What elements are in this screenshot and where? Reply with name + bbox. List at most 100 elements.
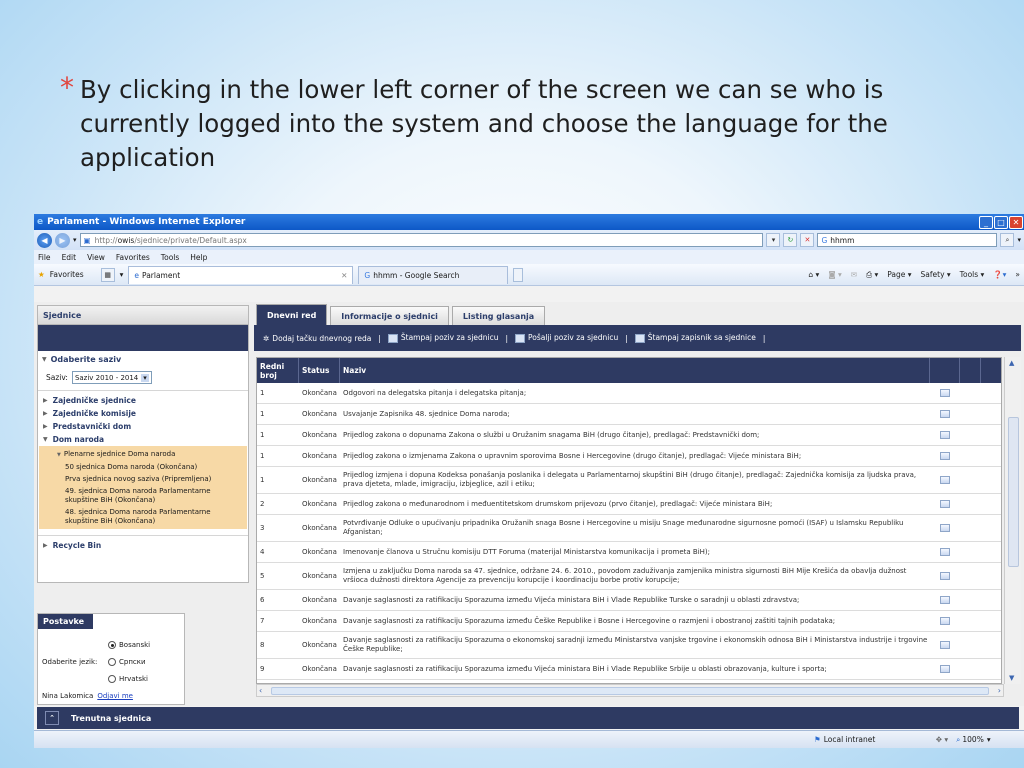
more-chevron-icon[interactable]: » [1015, 270, 1020, 280]
session-item[interactable]: 49. sjednica Doma naroda Parlamentarne s… [39, 485, 247, 506]
table-row[interactable]: 4 Okončana Imenovanje članova u Stručnu ko… [257, 542, 1001, 563]
details-icon[interactable] [940, 389, 950, 397]
menu-help[interactable]: Help [190, 253, 207, 262]
plenarne-sjednice-header[interactable]: ▼ Plenarne sjednice Doma naroda [39, 448, 247, 461]
new-tab-button[interactable] [513, 267, 524, 282]
send-invite-button[interactable]: Pošalji poziv za sjednicu [515, 333, 618, 343]
language-option-hrvatski[interactable]: Hrvatski [108, 675, 148, 683]
zoom-dropdown[interactable]: ▾ [987, 735, 991, 744]
col-naziv[interactable]: Naziv [340, 358, 930, 383]
print-invite-button[interactable]: Štampaj poziv za sjednicu [387, 333, 499, 343]
tab-listing-glasanja[interactable]: Listing glasanja [451, 306, 546, 325]
refresh-icon[interactable]: ↻ [783, 233, 798, 247]
tools-menu[interactable]: Tools ▾ [960, 270, 985, 280]
details-icon[interactable] [940, 476, 950, 484]
table-row[interactable]: 1 Okončana Prijedlog izmjena i dopuna Kode… [257, 467, 1001, 494]
current-session-bar[interactable]: ⌃ Trenutna sjednica [37, 707, 1019, 729]
table-row[interactable]: 1 Okončana Prijedlog zakona o izmjenama Za… [257, 446, 1001, 467]
feeds-icon[interactable]: ◙ ▾ [828, 270, 841, 280]
table-row[interactable]: 5 Okončana Izmjena u zaključku Doma naroda… [257, 563, 1001, 590]
session-item[interactable]: Prva sjednica novog saziva (Pripremljena… [39, 473, 247, 485]
tree-item-recycle-bin[interactable]: ▶ Recycle Bin [38, 539, 248, 552]
tab-parlament[interactable]: e Parlament ✕ [128, 265, 354, 284]
close-button[interactable]: ✕ [1009, 215, 1023, 229]
print-minutes-button[interactable]: Štampaj zapisnik sa sjednice [634, 333, 756, 343]
table-row[interactable]: 6 Okončana Davanje saglasnosti za ratifika… [257, 590, 1001, 611]
expand-up-icon[interactable]: ⌃ [45, 711, 59, 725]
tree-item-dom-naroda[interactable]: ▼ Dom naroda [38, 433, 248, 446]
recent-pages-dropdown[interactable]: ▾ [73, 236, 77, 244]
table-row[interactable]: 3 Okončana Potvrđivanje Odluke o upućivanj… [257, 515, 1001, 542]
favorites-button[interactable]: Favorites [50, 270, 84, 279]
mail-icon[interactable]: ✉ [851, 270, 857, 280]
session-item[interactable]: 50 sjednica Doma naroda (Okončana) [39, 461, 247, 473]
menu-file[interactable]: File [38, 253, 51, 262]
zoom-icon[interactable]: ⌕ [956, 735, 960, 745]
search-options-dropdown[interactable]: ▾ [1017, 236, 1021, 244]
table-row[interactable]: 9 Okončana Davanje saglasnosti za ratifika… [257, 659, 1001, 680]
details-icon[interactable] [940, 596, 950, 604]
saziv-section-header[interactable]: ▼ Odaberite saziv [38, 351, 248, 368]
logout-link[interactable]: Odjavi me [97, 692, 133, 700]
search-button[interactable]: ⌕ [1000, 233, 1015, 247]
menu-tools[interactable]: Tools [161, 253, 179, 262]
details-icon[interactable] [940, 500, 950, 508]
table-row[interactable]: 1 Okončana Odgovori na delegatska pitanja … [257, 383, 1001, 404]
tree-item-predstavnicki-dom[interactable]: ▶ Predstavnički dom [38, 420, 248, 433]
details-icon[interactable] [940, 524, 950, 532]
table-row[interactable]: 7 Okončana Davanje saglasnosti za ratifika… [257, 611, 1001, 632]
home-icon[interactable]: ⌂ ▾ [808, 270, 819, 280]
col-redni-broj[interactable]: Redni broj [257, 358, 299, 383]
language-option-srpski[interactable]: Српски [108, 658, 146, 666]
session-item[interactable]: 48. sjednica Doma naroda Parlamentarne s… [39, 506, 247, 527]
saziv-select[interactable]: Saziv 2010 - 2014 ▾ [71, 371, 152, 384]
scroll-up-icon[interactable]: ▲ [1009, 359, 1014, 367]
table-row[interactable]: 2 Okončana Prijedlog zakona o međunarodnom… [257, 494, 1001, 515]
details-icon[interactable] [940, 572, 950, 580]
tab-informacije[interactable]: Informacije o sjednici [330, 306, 449, 325]
language-option-bosanski[interactable]: Bosanski [108, 641, 150, 649]
tree-item-zajednicke-komisije[interactable]: ▶ Zajedničke komisije [38, 407, 248, 420]
quick-tabs-icon[interactable]: ▦ [100, 267, 115, 282]
url-dropdown-button[interactable]: ▾ [766, 233, 781, 247]
details-icon[interactable] [940, 641, 950, 649]
details-icon[interactable] [940, 410, 950, 418]
help-icon[interactable]: ❓▾ [993, 270, 1006, 280]
add-item-button[interactable]: ✲ Dodaj tačku dnevnog reda [263, 334, 371, 343]
back-button[interactable]: ◀ [37, 232, 52, 248]
scroll-left-icon[interactable]: ‹ [259, 686, 262, 695]
table-row[interactable]: 1 Okončana Prijedlog zakona o dopunama Zak… [257, 425, 1001, 446]
scroll-right-icon[interactable]: › [998, 686, 1001, 695]
stop-icon[interactable]: ✕ [800, 233, 815, 247]
page-menu[interactable]: Page ▾ [887, 270, 911, 280]
details-icon[interactable] [940, 548, 950, 556]
tab-list-dropdown[interactable]: ▾ [120, 270, 124, 279]
menu-view[interactable]: View [87, 253, 105, 262]
details-icon[interactable] [940, 431, 950, 439]
details-icon[interactable] [940, 665, 950, 673]
scroll-down-icon[interactable]: ▼ [1009, 674, 1014, 682]
tab-dnevni-red[interactable]: Dnevni red [256, 304, 328, 325]
details-icon[interactable] [940, 452, 950, 460]
menu-favorites[interactable]: Favorites [116, 253, 150, 262]
tab-google-search[interactable]: G hhmm - Google Search [358, 265, 509, 284]
protected-mode-icon[interactable]: ✥ ▾ [936, 735, 948, 744]
search-input[interactable]: G hhmm [817, 233, 998, 247]
maximize-button[interactable]: □ [994, 215, 1008, 229]
safety-menu[interactable]: Safety ▾ [921, 270, 951, 280]
menu-edit[interactable]: Edit [62, 253, 77, 262]
minimize-button[interactable]: _ [979, 215, 993, 229]
vertical-scrollbar[interactable]: ▲ ▼ [1004, 357, 1021, 684]
tree-item-zajednicke-sjednice[interactable]: ▶ Zajedničke sjednice [38, 394, 248, 407]
tab-close-icon[interactable]: ✕ [341, 271, 347, 280]
hscroll-thumb[interactable] [271, 687, 989, 695]
forward-button[interactable]: ▶ [55, 232, 70, 248]
horizontal-scrollbar[interactable]: ‹ › [256, 684, 1004, 697]
url-field[interactable]: ▣ http://owis/sjednice/private/Default.a… [79, 233, 764, 247]
table-row[interactable]: 1 Okončana Usvajanje Zapisnika 48. sjednic… [257, 404, 1001, 425]
zoom-level[interactable]: 100% [962, 735, 983, 744]
scroll-thumb[interactable] [1008, 417, 1019, 567]
table-row[interactable]: 8 Okončana Davanje saglasnosti za ratifika… [257, 632, 1001, 659]
col-status[interactable]: Status [299, 358, 340, 383]
details-icon[interactable] [940, 617, 950, 625]
